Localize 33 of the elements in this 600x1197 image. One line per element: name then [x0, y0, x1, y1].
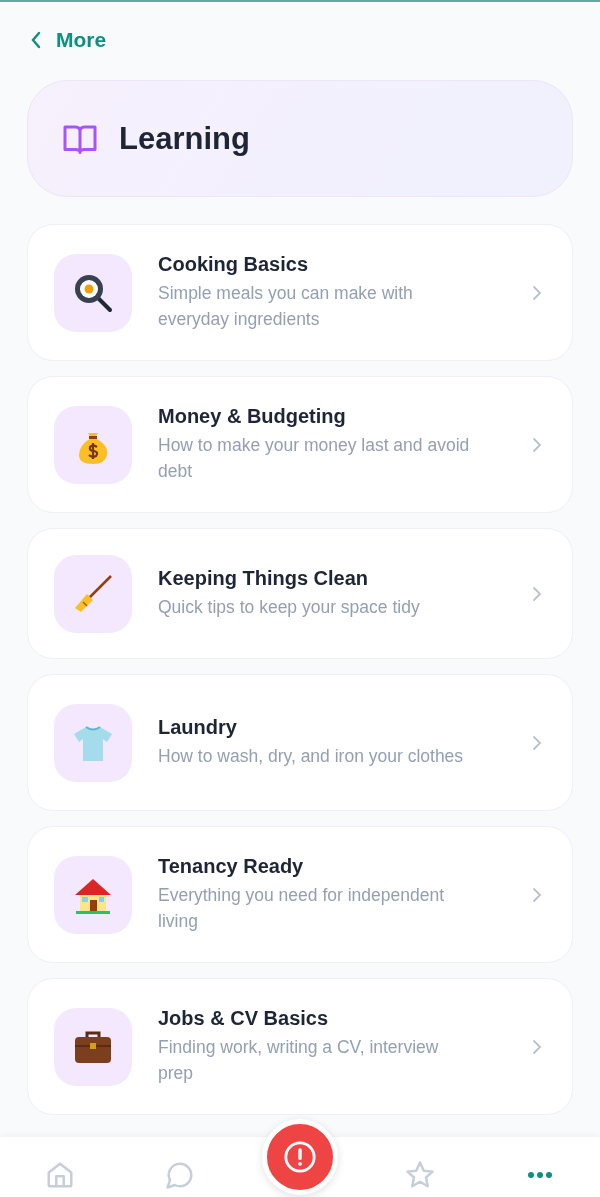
topic-description: Everything you need for independent living [158, 884, 446, 933]
topic-description: Quick tips to keep your space tidy [158, 596, 421, 619]
topic-title: Cooking Basics [158, 253, 310, 276]
topic-title: Money & Budgeting [158, 405, 347, 428]
chevron-right-icon [532, 284, 542, 301]
nav-tab[interactable] [527, 1171, 553, 1179]
more-dots-icon [527, 1171, 553, 1179]
topic-title: Jobs & CV Basics [158, 1007, 330, 1030]
topic-card[interactable]: Keeping Things Clean Quick tips to keep your space tidy [27, 528, 573, 659]
topic-title: Tenancy Ready [158, 855, 305, 878]
chevron-right-icon [532, 1038, 542, 1055]
topic-description: Simple meals you can make with everyday ingredients [158, 282, 414, 331]
topic-title: Keeping Things Clean [158, 567, 370, 590]
topic-description: How to make your money last and avoid debt [158, 434, 471, 483]
topic-description: How to wash, dry, and iron your clothes [158, 745, 465, 768]
chat-bubble-icon [165, 1160, 195, 1190]
chevron-right-icon [532, 585, 542, 602]
star-icon [405, 1160, 435, 1190]
alert-icon [283, 1140, 317, 1174]
topic-card[interactable]: Cooking Basics Simple meals you can make with everyday ingredients [27, 224, 573, 361]
home-icon [45, 1160, 75, 1190]
topic-card[interactable]: Jobs & CV Basics Finding work, writing a CV, interview prep [27, 978, 573, 1115]
chevron-right-icon [532, 734, 542, 751]
chevron-right-icon [532, 436, 542, 453]
back-chevron-icon [30, 31, 42, 49]
topic-title: Laundry [158, 716, 238, 739]
back-link[interactable]: More [30, 28, 107, 52]
chevron-right-icon [532, 886, 542, 903]
topic-description: Finding work, writing a CV, interview prep [158, 1036, 440, 1085]
page-title: Learning [119, 120, 250, 157]
topic-card[interactable]: Money & Budgeting How to make your money last and avoid debt [27, 376, 573, 513]
topic-card[interactable]: Tenancy Ready Everything you need for independent living [27, 826, 573, 963]
topic-card[interactable]: Laundry How to wash, dry, and iron your clothes [27, 674, 573, 811]
